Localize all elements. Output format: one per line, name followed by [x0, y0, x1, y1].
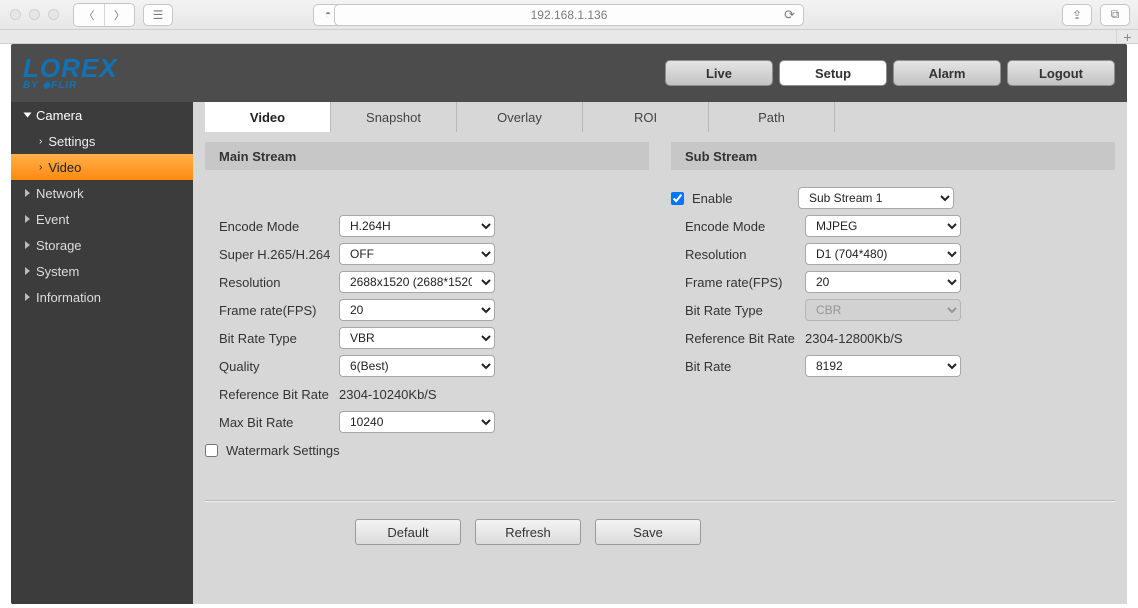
new-tab-button[interactable]: +: [1116, 30, 1138, 43]
label-sub-br: Bit Rate: [685, 359, 805, 374]
back-button[interactable]: 〈: [74, 4, 104, 26]
share-button[interactable]: ⇪: [1062, 4, 1092, 26]
minimize-window-icon[interactable]: [29, 9, 40, 20]
reload-icon[interactable]: ⟳: [784, 7, 795, 23]
sidebar-toggle-button[interactable]: ☰: [143, 4, 173, 26]
chevron-right-icon: ›: [39, 162, 42, 173]
label-quality: Quality: [219, 359, 339, 374]
select-sub-br[interactable]: 8192: [805, 355, 961, 377]
close-window-icon[interactable]: [10, 9, 21, 20]
sidebar-label-video: Video: [48, 160, 81, 175]
sidebar-item-settings[interactable]: › Settings: [11, 128, 193, 154]
tab-overlay[interactable]: Overlay: [457, 102, 583, 132]
value-sub-refbr: 2304-12800Kb/S: [805, 331, 903, 346]
sidebar: Camera › Settings › Video Network Event …: [11, 102, 193, 604]
zoom-window-icon[interactable]: [48, 9, 59, 20]
tab-roi[interactable]: ROI: [583, 102, 709, 132]
window-controls: [10, 9, 59, 20]
label-sub-refbr: Reference Bit Rate: [685, 331, 805, 346]
sidebar-label-camera: Camera: [36, 108, 82, 123]
select-maxbr[interactable]: 10240: [339, 411, 495, 433]
label-sub-fps: Frame rate(FPS): [685, 275, 805, 290]
label-superhx: Super H.265/H.264: [219, 247, 339, 262]
sidebar-label-network: Network: [36, 186, 84, 201]
app-header: LOREX BY ◆FLIR Live Setup Alarm Logout: [11, 44, 1127, 102]
default-button[interactable]: Default: [355, 519, 461, 545]
browser-toolbar: 〈 〉 ☰ ◓ ••• 192.168.1.136 ⟳ ⇪ ⧉: [0, 0, 1138, 30]
select-sub-brtype: CBR: [805, 299, 961, 321]
select-sub-fps[interactable]: 20: [805, 271, 961, 293]
chevron-right-icon: [25, 241, 30, 249]
brand-name: LOREX: [23, 53, 118, 83]
tab-path[interactable]: Path: [709, 102, 835, 132]
label-enable: Enable: [692, 191, 798, 206]
content-tabs: Video Snapshot Overlay ROI Path: [205, 102, 1115, 132]
sidebar-group-camera[interactable]: Camera: [11, 102, 193, 128]
sidebar-group-information[interactable]: Information: [11, 284, 193, 310]
sidebar-label-information: Information: [36, 290, 101, 305]
refresh-button[interactable]: Refresh: [475, 519, 581, 545]
label-brtype: Bit Rate Type: [219, 331, 339, 346]
nav-live[interactable]: Live: [665, 60, 773, 86]
label-encode-mode: Encode Mode: [219, 219, 339, 234]
save-button[interactable]: Save: [595, 519, 701, 545]
checkbox-enable-sub[interactable]: [671, 192, 684, 205]
main-stream-title: Main Stream: [205, 142, 649, 170]
brand-logo: LOREX BY ◆FLIR: [23, 55, 118, 91]
chevron-right-icon: [25, 267, 30, 275]
nav-alarm[interactable]: Alarm: [893, 60, 1001, 86]
select-sub-encode-mode[interactable]: MJPEG: [805, 215, 961, 237]
sidebar-group-event[interactable]: Event: [11, 206, 193, 232]
tab-snapshot[interactable]: Snapshot: [331, 102, 457, 132]
sidebar-group-network[interactable]: Network: [11, 180, 193, 206]
nav-setup[interactable]: Setup: [779, 60, 887, 86]
app-frame: LOREX BY ◆FLIR Live Setup Alarm Logout C…: [11, 44, 1127, 604]
sidebar-item-video[interactable]: › Video: [11, 154, 193, 180]
label-fps: Frame rate(FPS): [219, 303, 339, 318]
chevron-right-icon: [25, 293, 30, 301]
address-bar[interactable]: 192.168.1.136 ⟳: [334, 4, 804, 26]
chevron-right-icon: [25, 189, 30, 197]
sidebar-label-settings: Settings: [48, 134, 95, 149]
main-stream-panel: Main Stream Encode Mode H.264H Super H.2…: [205, 142, 649, 464]
sidebar-label-system: System: [36, 264, 79, 279]
label-maxbr: Max Bit Rate: [219, 415, 339, 430]
label-sub-brtype: Bit Rate Type: [685, 303, 805, 318]
sub-stream-panel: Sub Stream Enable Sub Stream 1 Encode Mo…: [671, 142, 1115, 464]
sidebar-group-system[interactable]: System: [11, 258, 193, 284]
select-encode-mode[interactable]: H.264H: [339, 215, 495, 237]
select-sub-stream[interactable]: Sub Stream 1: [798, 187, 954, 209]
label-resolution: Resolution: [219, 275, 339, 290]
nav-logout[interactable]: Logout: [1007, 60, 1115, 86]
select-fps[interactable]: 20: [339, 299, 495, 321]
top-nav: Live Setup Alarm Logout: [665, 60, 1115, 86]
nav-back-forward: 〈 〉: [73, 3, 135, 27]
content-area: Video Snapshot Overlay ROI Path Main Str…: [193, 102, 1127, 604]
address-text: 192.168.1.136: [531, 8, 608, 22]
sidebar-label-event: Event: [36, 212, 69, 227]
tab-video[interactable]: Video: [205, 102, 331, 132]
sidebar-group-storage[interactable]: Storage: [11, 232, 193, 258]
chevron-right-icon: [25, 215, 30, 223]
action-buttons: Default Refresh Save: [205, 519, 1115, 545]
tabs-button[interactable]: ⧉: [1100, 4, 1130, 26]
label-watermark: Watermark Settings: [226, 443, 340, 458]
label-refbr: Reference Bit Rate: [219, 387, 339, 402]
label-sub-encode-mode: Encode Mode: [685, 219, 805, 234]
chevron-down-icon: [24, 113, 32, 118]
value-refbr: 2304-10240Kb/S: [339, 387, 437, 402]
chevron-right-icon: ›: [39, 136, 42, 147]
select-brtype[interactable]: VBR: [339, 327, 495, 349]
select-resolution[interactable]: 2688x1520 (2688*1520): [339, 271, 495, 293]
checkbox-watermark[interactable]: [205, 444, 218, 457]
sub-stream-title: Sub Stream: [671, 142, 1115, 170]
select-quality[interactable]: 6(Best): [339, 355, 495, 377]
tab-bar: +: [0, 30, 1138, 44]
select-sub-resolution[interactable]: D1 (704*480): [805, 243, 961, 265]
select-superhx[interactable]: OFF: [339, 243, 495, 265]
label-sub-resolution: Resolution: [685, 247, 805, 262]
divider: [205, 500, 1115, 501]
sidebar-label-storage: Storage: [36, 238, 82, 253]
forward-button[interactable]: 〉: [104, 4, 134, 26]
